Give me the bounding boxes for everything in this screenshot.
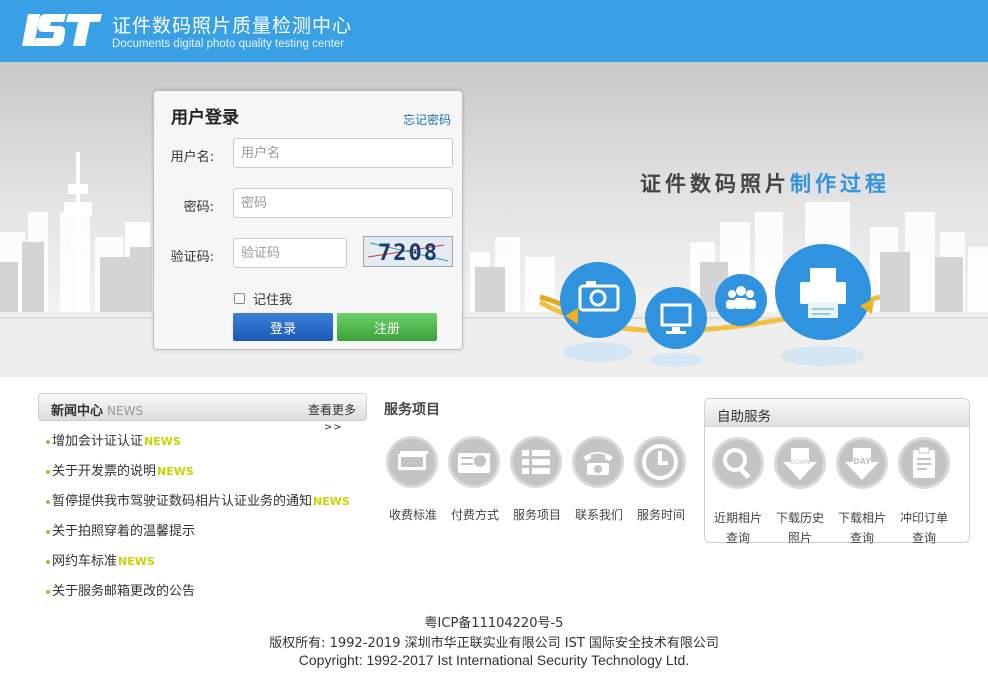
self-service-header: 自助服务 [705, 399, 969, 427]
clock-icon [634, 436, 686, 488]
news-item-text[interactable]: 增加会计证认证 [52, 434, 143, 449]
username-input[interactable] [233, 138, 453, 168]
forgot-password-link[interactable]: 忘记密码 [403, 111, 451, 128]
self-service-title: 自助服务 [717, 409, 771, 425]
captcha-image[interactable]: 7208 [363, 236, 453, 267]
news-title-cn: 新闻中心 [51, 404, 104, 419]
remember-me[interactable]: 记住我 [234, 289, 292, 308]
news-tag: NEWS [144, 435, 181, 448]
hero-banner: 证件数码照片制作过程 [0, 62, 988, 377]
username-label: 用户名: [170, 150, 214, 165]
telephone-icon [572, 436, 624, 488]
process-title-main: 证件数码照片 [640, 172, 790, 196]
self-label-line1: 冲印订单 [899, 511, 948, 525]
download-day-icon: DAY [836, 437, 888, 489]
site-title: 证件数码照片质量检测中心 [112, 15, 353, 37]
news-tag: NEWS [118, 555, 155, 568]
login-button[interactable]: 登录 [233, 313, 333, 341]
process-title-highlight: 制作过程 [790, 172, 890, 196]
list-icon [510, 436, 562, 488]
download-icon: DOWN [774, 437, 826, 489]
self-label-line2: 查询 [911, 531, 936, 545]
magnifier-icon [712, 437, 764, 489]
captcha-input[interactable] [233, 238, 347, 268]
footer-copyright-cn: 版权所有: 1992-2019 深圳市华正联实业有限公司 IST 国际安全技术有… [269, 636, 719, 651]
self-label-line2: 照片 [787, 531, 812, 545]
news-item[interactable]: 关于开发票的说明NEWS [46, 460, 194, 479]
self-service-label: 近期相片 查询 [703, 508, 773, 548]
news-item[interactable]: 增加会计证认证NEWS [46, 430, 181, 449]
site-subtitle: Documents digital photo quality testing … [112, 38, 345, 50]
self-label-line1: 近期相片 [713, 511, 762, 525]
svg-text:DAY: DAY [853, 457, 871, 466]
self-label-line1: 下载历史 [775, 511, 824, 525]
self-service-panel: 自助服务 近期相片查询 DOWN 下载历史照片 DAY 下载相片查询 冲印订单查… [704, 398, 970, 545]
footer-copyright-en: Copyright: 1992-2017 Ist International S… [298, 652, 690, 668]
news-item[interactable]: 网约车标准NEWS [46, 550, 155, 569]
news-more-link[interactable]: 查看更多 [308, 401, 356, 418]
news-item[interactable]: 关于拍照穿着的温馨提示 [46, 520, 196, 539]
self-service-label: 下载相片 查询 [827, 508, 897, 548]
self-label-line2: 查询 [725, 531, 750, 545]
process-title: 证件数码照片制作过程 [640, 168, 890, 198]
money-icon [386, 436, 438, 488]
svg-text:DOWN: DOWN [790, 459, 810, 466]
login-panel: 用户登录 忘记密码 用户名: 密码: 验证码: 7208 记住我 登录 注册 [153, 90, 463, 350]
self-label-line1: 下载相片 [837, 511, 886, 525]
news-item[interactable]: 关于服务邮箱更改的公告 [46, 580, 196, 599]
ist-logo[interactable] [22, 10, 102, 50]
captcha-label: 验证码: [170, 250, 214, 265]
news-tag: NEWS [157, 465, 194, 478]
news-item-text[interactable]: 关于服务邮箱更改的公告 [52, 584, 195, 599]
remember-label: 记住我 [253, 293, 293, 308]
news-tag: NEWS [313, 495, 350, 508]
services-title: 服务项目 [384, 402, 440, 418]
footer-icp: 粤ICP备11104220号-5 [424, 616, 564, 631]
login-title: 用户登录 [171, 108, 239, 128]
self-label-line2: 查询 [849, 531, 874, 545]
password-input[interactable] [233, 188, 453, 218]
news-item-text[interactable]: 关于开发票的说明 [52, 464, 156, 479]
news-item-text[interactable]: 关于拍照穿着的温馨提示 [52, 524, 195, 539]
payment-icon [448, 436, 500, 488]
news-more-arrows[interactable]: >> [324, 422, 343, 433]
city-skyline-illustration [0, 152, 988, 377]
news-item-text[interactable]: 暂停提供我市驾驶证数码相片认证业务的通知 [52, 494, 312, 509]
news-item[interactable]: 暂停提供我市驾驶证数码相片认证业务的通知NEWS [46, 490, 350, 509]
service-label: 服务时间 [636, 508, 685, 522]
news-item-text[interactable]: 网约车标准 [52, 554, 117, 569]
news-header: 新闻中心 NEWS 查看更多 [38, 393, 367, 421]
register-button[interactable]: 注册 [337, 313, 437, 341]
site-header: 证件数码照片质量检测中心 Documents digital photo qua… [0, 0, 988, 62]
remember-checkbox[interactable] [234, 293, 245, 304]
self-service-label: 下载历史 照片 [765, 508, 835, 548]
self-service-label: 冲印订单 查询 [889, 508, 959, 548]
news-title-en: NEWS [107, 404, 144, 418]
clipboard-icon [898, 437, 950, 489]
password-label: 密码: [183, 200, 214, 215]
captcha-text: 7208 [378, 241, 439, 266]
news-title: 新闻中心 NEWS [51, 400, 143, 419]
